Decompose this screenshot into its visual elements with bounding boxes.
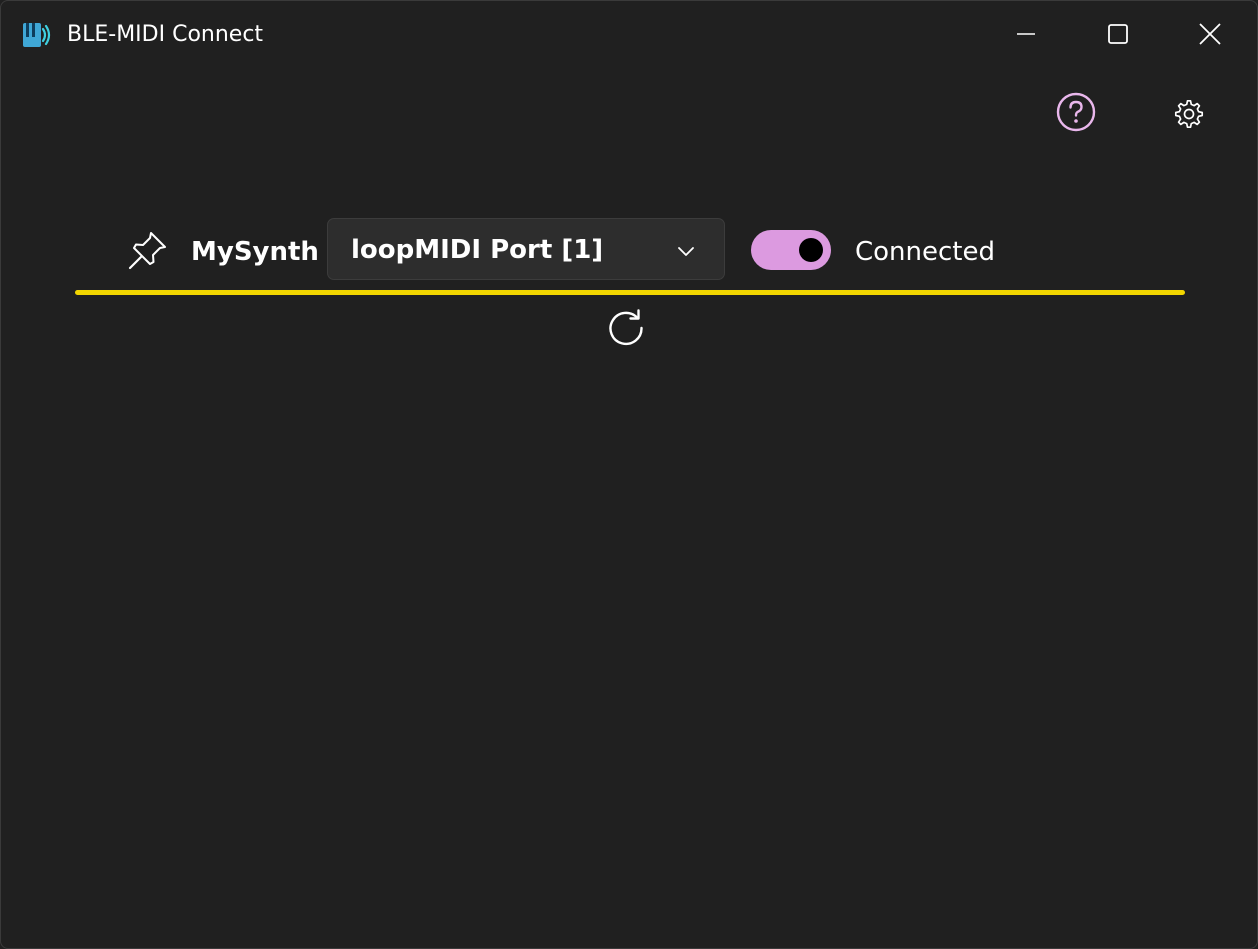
app-window: BLE-MIDI Connect MySynth loopMIDI Port [… [0, 0, 1258, 949]
gear-icon [1174, 99, 1204, 129]
close-icon [1199, 23, 1221, 45]
toggle-knob [799, 238, 823, 262]
connection-toggle[interactable] [751, 230, 831, 270]
title-bar[interactable]: BLE-MIDI Connect [1, 1, 1257, 69]
device-row: MySynth loopMIDI Port [1] Connected [75, 217, 1185, 283]
pin-icon[interactable] [127, 229, 169, 271]
close-button[interactable] [1164, 1, 1256, 67]
app-logo-icon [21, 19, 53, 51]
device-name: MySynth [191, 237, 319, 267]
connection-status: Connected [855, 237, 996, 267]
help-circle-icon [1056, 92, 1096, 132]
window-title: BLE-MIDI Connect [67, 22, 264, 47]
chevron-down-icon [678, 247, 694, 256]
minimize-icon [1017, 33, 1035, 35]
minimize-button[interactable] [980, 1, 1072, 67]
refresh-icon [609, 309, 643, 346]
midi-port-selected-value: loopMIDI Port [1] [351, 235, 604, 265]
settings-button[interactable] [1165, 90, 1213, 138]
maximize-icon [1108, 24, 1128, 44]
midi-port-dropdown[interactable]: loopMIDI Port [1] [327, 218, 725, 280]
help-button[interactable] [1052, 88, 1100, 136]
refresh-button[interactable] [601, 303, 651, 353]
device-divider [75, 290, 1185, 295]
maximize-button[interactable] [1072, 1, 1164, 67]
